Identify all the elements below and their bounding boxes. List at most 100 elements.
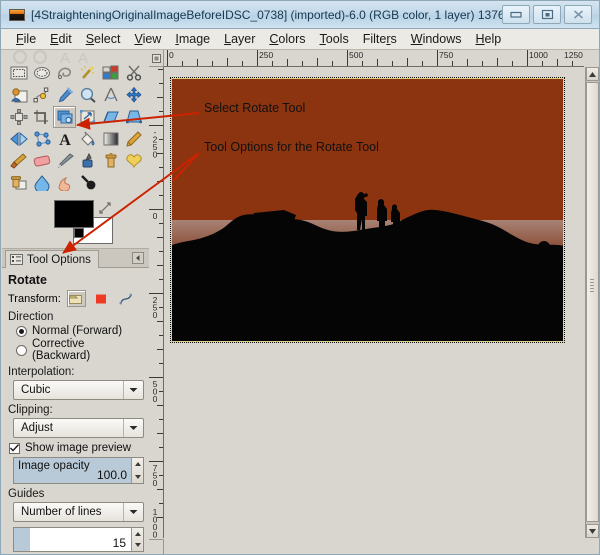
- transform-layer-icon[interactable]: [66, 290, 86, 307]
- hruler-tick-750: 750: [439, 50, 454, 60]
- menu-filters[interactable]: Filters: [356, 31, 404, 47]
- crop-icon[interactable]: [30, 106, 53, 128]
- ruler-unit-button[interactable]: [149, 50, 164, 67]
- annotation-select-rotate-tool: Select Rotate Tool: [204, 101, 306, 115]
- guides-dropdown[interactable]: Number of lines: [13, 502, 144, 522]
- vertical-scrollbar[interactable]: [585, 67, 599, 538]
- reset-colors-icon[interactable]: [74, 228, 84, 238]
- perspective-icon[interactable]: [122, 106, 145, 128]
- blur-sharpen-icon[interactable]: [30, 172, 53, 194]
- shear-icon[interactable]: [99, 106, 122, 128]
- scroll-down-icon[interactable]: [586, 524, 599, 538]
- image-opacity-stepper[interactable]: [131, 458, 143, 483]
- radio-corrective-backward[interactable]: Corrective (Backward): [16, 338, 142, 362]
- fuzzy-select-icon[interactable]: [76, 62, 99, 84]
- menu-select[interactable]: Select: [79, 31, 128, 47]
- transform-selection-icon[interactable]: [92, 290, 111, 307]
- horizontal-ruler[interactable]: 0 250 500 750 1000 1250: [164, 50, 584, 67]
- menu-help[interactable]: Help: [468, 31, 508, 47]
- maximize-button[interactable]: [533, 5, 561, 24]
- menu-file[interactable]: FFileile: [9, 31, 43, 47]
- menu-edit[interactable]: Edit: [43, 31, 79, 47]
- tool-options-body: Rotate Transform: Direction Normal (Forw…: [2, 268, 147, 554]
- select-by-color-icon[interactable]: [99, 62, 122, 84]
- cage-transform-icon[interactable]: [30, 128, 53, 150]
- canvas-area[interactable]: [165, 68, 584, 538]
- blend-gradient-icon[interactable]: [99, 128, 122, 150]
- image-thumbnail-icon: [9, 8, 25, 21]
- show-image-preview-label: Show image preview: [25, 442, 132, 454]
- stepper-down-icon[interactable]: [134, 543, 141, 548]
- foreground-color-swatch[interactable]: [54, 200, 94, 228]
- eraser-icon[interactable]: [30, 150, 53, 172]
- bucket-fill-icon[interactable]: [76, 128, 99, 150]
- scale-icon[interactable]: [76, 106, 99, 128]
- scissors-select-icon[interactable]: [122, 62, 145, 84]
- perspective-clone-icon[interactable]: [7, 172, 30, 194]
- radio-normal-forward-indicator: [16, 325, 27, 337]
- clipping-dropdown[interactable]: Adjust: [13, 418, 144, 438]
- text-icon[interactable]: A: [53, 128, 76, 150]
- menu-view[interactable]: View: [127, 31, 168, 47]
- interpolation-dropdown[interactable]: Cubic: [13, 380, 144, 400]
- dock-tab-strip: Tool Options: [2, 249, 149, 268]
- stepper-up-icon[interactable]: [134, 531, 141, 536]
- radio-corrective-backward-indicator: [16, 344, 27, 356]
- pencil-icon[interactable]: [122, 128, 145, 150]
- hruler-tick-0: 0: [169, 50, 174, 60]
- stepper-down-icon[interactable]: [134, 474, 141, 479]
- vruler-tick-1000: 1000: [150, 507, 160, 537]
- zoom-icon[interactable]: [76, 84, 99, 106]
- sunset-silhouette-photo[interactable]: [170, 77, 565, 343]
- stepper-up-icon[interactable]: [134, 462, 141, 467]
- radio-normal-forward[interactable]: Normal (Forward): [16, 325, 142, 337]
- dock-menu-icon[interactable]: [132, 252, 144, 264]
- chevron-down-icon: [123, 503, 143, 521]
- smudge-icon[interactable]: [53, 172, 76, 194]
- color-picker-icon[interactable]: [53, 84, 76, 106]
- paintbrush-icon[interactable]: [7, 150, 30, 172]
- tool-options-dock: Tool Options Rotate Transform: Direction…: [2, 248, 149, 554]
- minimize-button[interactable]: [502, 5, 530, 24]
- menu-windows[interactable]: Windows: [404, 31, 469, 47]
- rectangle-select-icon[interactable]: [7, 62, 30, 84]
- airbrush-icon[interactable]: [53, 150, 76, 172]
- menu-bar: FFileile Edit Select View Image Layer Co…: [1, 29, 599, 50]
- title-bar: [4StraighteningOriginalImageBeforeIDSC_0…: [1, 1, 599, 29]
- flip-icon[interactable]: [7, 128, 30, 150]
- alignment-icon[interactable]: [7, 106, 30, 128]
- guides-count-slider[interactable]: 15: [13, 527, 144, 552]
- scroll-up-icon[interactable]: [586, 67, 599, 81]
- close-button[interactable]: [564, 5, 592, 24]
- clone-icon[interactable]: [99, 150, 122, 172]
- transform-path-icon[interactable]: [117, 290, 136, 307]
- guides-count-stepper[interactable]: [131, 528, 143, 551]
- paths-icon[interactable]: [30, 84, 53, 106]
- vruler-tick-minus250: -250: [150, 127, 160, 157]
- heal-icon[interactable]: [122, 150, 145, 172]
- scroll-thumb[interactable]: [586, 82, 599, 522]
- vertical-ruler[interactable]: -250 0 250 500 750 1000: [149, 67, 164, 538]
- menu-image[interactable]: Image: [168, 31, 217, 47]
- show-image-preview-checkbox[interactable]: Show image preview: [9, 442, 142, 454]
- menu-layer[interactable]: Layer: [217, 31, 262, 47]
- dodge-burn-icon[interactable]: [76, 172, 99, 194]
- rotate-icon[interactable]: [53, 106, 76, 128]
- hruler-tick-1000: 1000: [529, 50, 548, 60]
- direction-label: Direction: [8, 311, 54, 323]
- image-opacity-slider[interactable]: Image opacity 100.0: [13, 457, 144, 484]
- ink-icon[interactable]: [76, 150, 99, 172]
- tab-tool-options[interactable]: Tool Options: [5, 250, 99, 268]
- horizontal-scroll-strip[interactable]: [164, 539, 599, 554]
- ellipse-select-icon[interactable]: [30, 62, 53, 84]
- menu-colors[interactable]: Colors: [262, 31, 312, 47]
- free-select-icon[interactable]: [53, 62, 76, 84]
- guides-count-value: 15: [112, 536, 126, 550]
- foreground-select-icon[interactable]: [7, 84, 30, 106]
- menu-tools[interactable]: Tools: [313, 31, 356, 47]
- swap-colors-icon[interactable]: [98, 201, 112, 215]
- clipping-value: Adjust: [21, 422, 53, 434]
- measure-icon[interactable]: [99, 84, 122, 106]
- quick-mask-toggle[interactable]: [149, 539, 164, 554]
- move-icon[interactable]: [122, 84, 145, 106]
